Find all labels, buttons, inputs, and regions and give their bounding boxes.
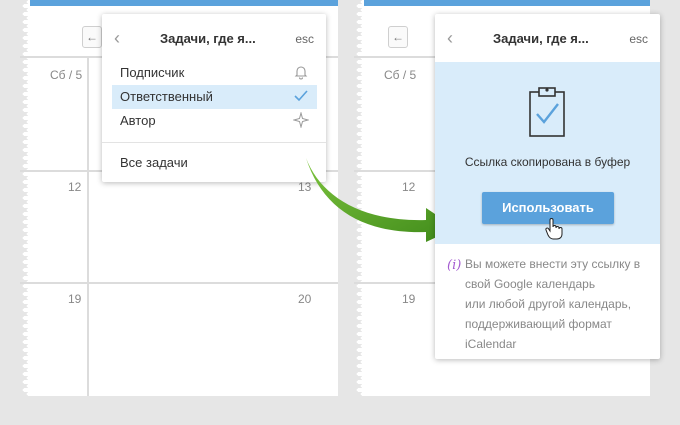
info-text: (i) Вы можете внести эту ссылку в свой G… <box>447 254 652 354</box>
menu-item-label: Подписчик <box>120 65 185 80</box>
back-chevron-icon[interactable]: ‹ <box>447 28 453 49</box>
arrow-left-icon: ← <box>392 30 404 44</box>
info-icon: (i) <box>447 258 462 273</box>
prev-week-button[interactable]: ← <box>388 26 408 48</box>
link-copied-popup: ‹ Задачи, где я... esc Ссылка скопирован… <box>435 14 660 359</box>
divider <box>102 142 326 143</box>
popup-header: ‹ Задачи, где я... esc <box>435 14 660 62</box>
popup-header: ‹ Задачи, где я... esc <box>102 14 326 62</box>
copied-confirmation: Ссылка скопирована в буфер Использовать <box>435 62 660 244</box>
esc-button[interactable]: esc <box>295 32 314 46</box>
day-number: 20 <box>298 292 312 306</box>
menu-item-label: Ответственный <box>120 89 213 104</box>
menu-item-label: Автор <box>120 113 156 128</box>
info-line: или любой другой календарь, <box>465 297 632 311</box>
checkmark-icon <box>294 90 308 102</box>
panel-top-bar <box>364 0 650 6</box>
day-header: Сб / 5 <box>50 68 83 82</box>
sparkle-icon <box>293 112 309 128</box>
panel-top-bar <box>30 0 338 6</box>
copied-message: Ссылка скопирована в буфер <box>464 155 631 169</box>
bell-icon <box>294 66 308 80</box>
info-line: поддерживающий формат <box>465 317 612 331</box>
menu-item-all-tasks[interactable]: Все задачи <box>112 151 317 175</box>
day-number: 19 <box>68 292 82 306</box>
hand-cursor-icon <box>545 218 563 240</box>
menu-item-author[interactable]: Автор <box>112 109 317 133</box>
back-chevron-icon[interactable]: ‹ <box>114 28 120 49</box>
torn-edge <box>20 0 28 396</box>
esc-button[interactable]: esc <box>629 32 648 46</box>
menu-item-responsible[interactable]: Ответственный <box>112 85 317 109</box>
menu-item-label: Все задачи <box>120 155 188 170</box>
popup-title: Задачи, где я... <box>160 31 256 46</box>
day-number: 19 <box>402 292 416 306</box>
task-filter-popup: ‹ Задачи, где я... esc Подписчик Ответст… <box>102 14 326 182</box>
clipboard-check-icon <box>529 87 565 137</box>
info-line: Вы можете внести эту ссылку в <box>465 257 641 271</box>
day-header: Сб / 5 <box>384 68 417 82</box>
info-line: свой Google календарь <box>465 277 596 291</box>
prev-week-button[interactable]: ← <box>82 26 102 48</box>
grid-line <box>20 282 338 284</box>
day-number: 12 <box>68 180 82 194</box>
info-line: iCalendar <box>465 337 517 351</box>
menu-item-subscriber[interactable]: Подписчик <box>112 61 317 85</box>
popup-title: Задачи, где я... <box>493 31 589 46</box>
arrow-left-icon: ← <box>86 30 98 44</box>
grid-line <box>87 56 89 396</box>
